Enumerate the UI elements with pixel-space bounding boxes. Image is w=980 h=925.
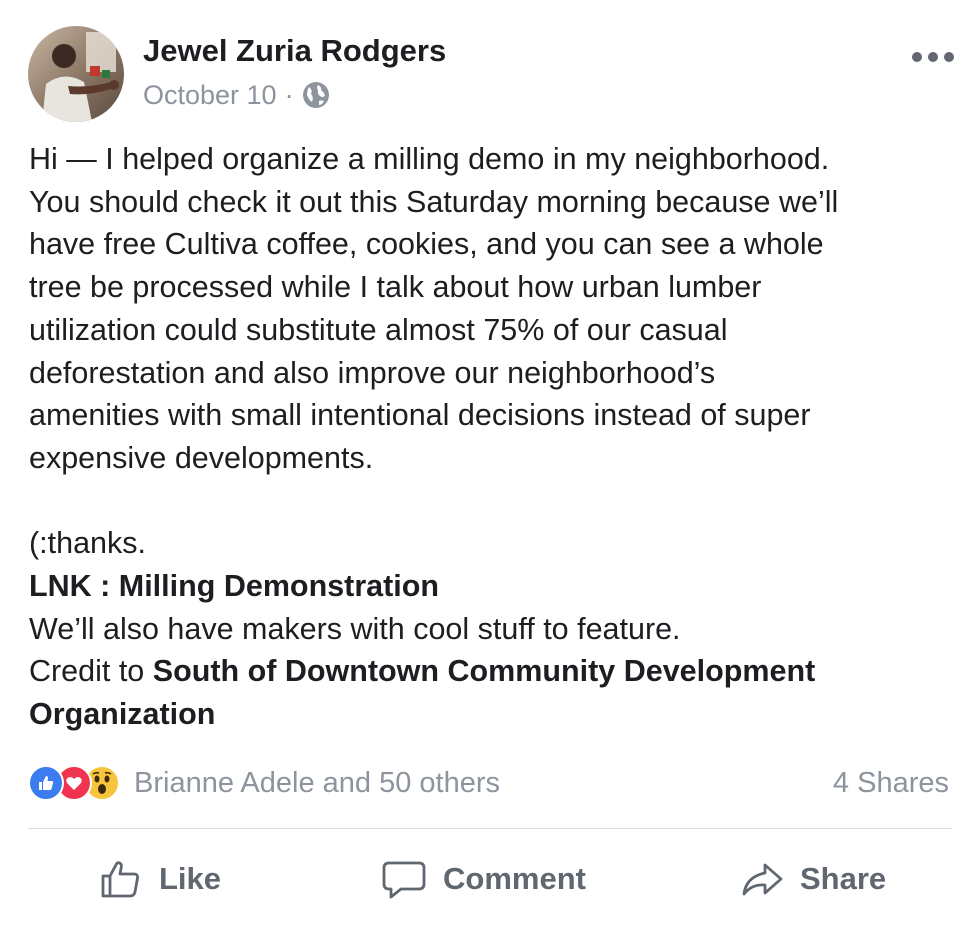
share-arrow-icon xyxy=(742,863,783,896)
thumbs-up-icon xyxy=(101,861,139,898)
facebook-post: Jewel Zuria Rodgers October 10 · Hi — I … xyxy=(0,0,980,925)
body-line: have free Cultiva coffee, cookies, and y… xyxy=(29,227,824,262)
post-meta: October 10 · xyxy=(143,78,330,112)
comment-button[interactable]: Comment xyxy=(381,848,586,910)
body-line: deforestation and also improve our neigh… xyxy=(29,355,716,390)
avatar[interactable] xyxy=(28,26,124,122)
like-reaction-icon xyxy=(28,765,64,801)
reaction-icons xyxy=(28,765,120,801)
body-line: amenities with small intentional decisio… xyxy=(29,398,811,433)
credit-org-link[interactable]: South of Downtown Community Development xyxy=(153,654,816,688)
event-title[interactable]: LNK : Milling Demonstration xyxy=(29,565,964,608)
reaction-summary-text[interactable]: Brianne Adele and 50 others xyxy=(134,767,500,800)
post-date[interactable]: October 10 xyxy=(143,80,277,111)
body-line: tree be processed while I talk about how… xyxy=(29,270,762,305)
share-button[interactable]: Share xyxy=(740,848,886,910)
body-line: Hi — I helped organize a milling demo in… xyxy=(29,142,830,176)
post-body: Hi — I helped organize a milling demo in… xyxy=(29,138,964,736)
credit-line: Credit to South of Downtown Community De… xyxy=(29,650,964,693)
credit-line-2: Organization xyxy=(29,693,964,736)
like-label: Like xyxy=(159,861,222,896)
body-line: utilization could substitute almost 75% … xyxy=(29,312,728,347)
more-dot xyxy=(928,52,938,62)
like-button[interactable]: Like xyxy=(99,848,221,910)
signoff-line: (:thanks. xyxy=(29,526,146,561)
reactions-summary[interactable]: Brianne Adele and 50 others xyxy=(28,764,500,802)
makers-line: We’ll also have makers with cool stuff t… xyxy=(29,611,681,646)
credit-org-link-cont[interactable]: Organization xyxy=(29,697,215,731)
credit-prefix: Credit to xyxy=(29,654,153,689)
action-bar: Like Comment Share xyxy=(0,848,980,910)
more-options-icon[interactable] xyxy=(912,45,954,69)
share-label: Share xyxy=(800,861,887,896)
more-dot xyxy=(944,52,954,62)
divider xyxy=(28,828,952,829)
body-line: You should check it out this Saturday mo… xyxy=(29,184,839,219)
comment-label: Comment xyxy=(443,861,586,896)
body-line: expensive developments. xyxy=(29,440,374,475)
meta-separator: · xyxy=(284,79,294,110)
event-title-text[interactable]: LNK : Milling Demonstration xyxy=(29,569,439,603)
comment-icon xyxy=(382,861,426,899)
globe-icon xyxy=(302,81,330,109)
shares-count[interactable]: 4 Shares xyxy=(833,764,949,802)
more-dot xyxy=(912,52,922,62)
author-name[interactable]: Jewel Zuria Rodgers xyxy=(143,33,446,69)
